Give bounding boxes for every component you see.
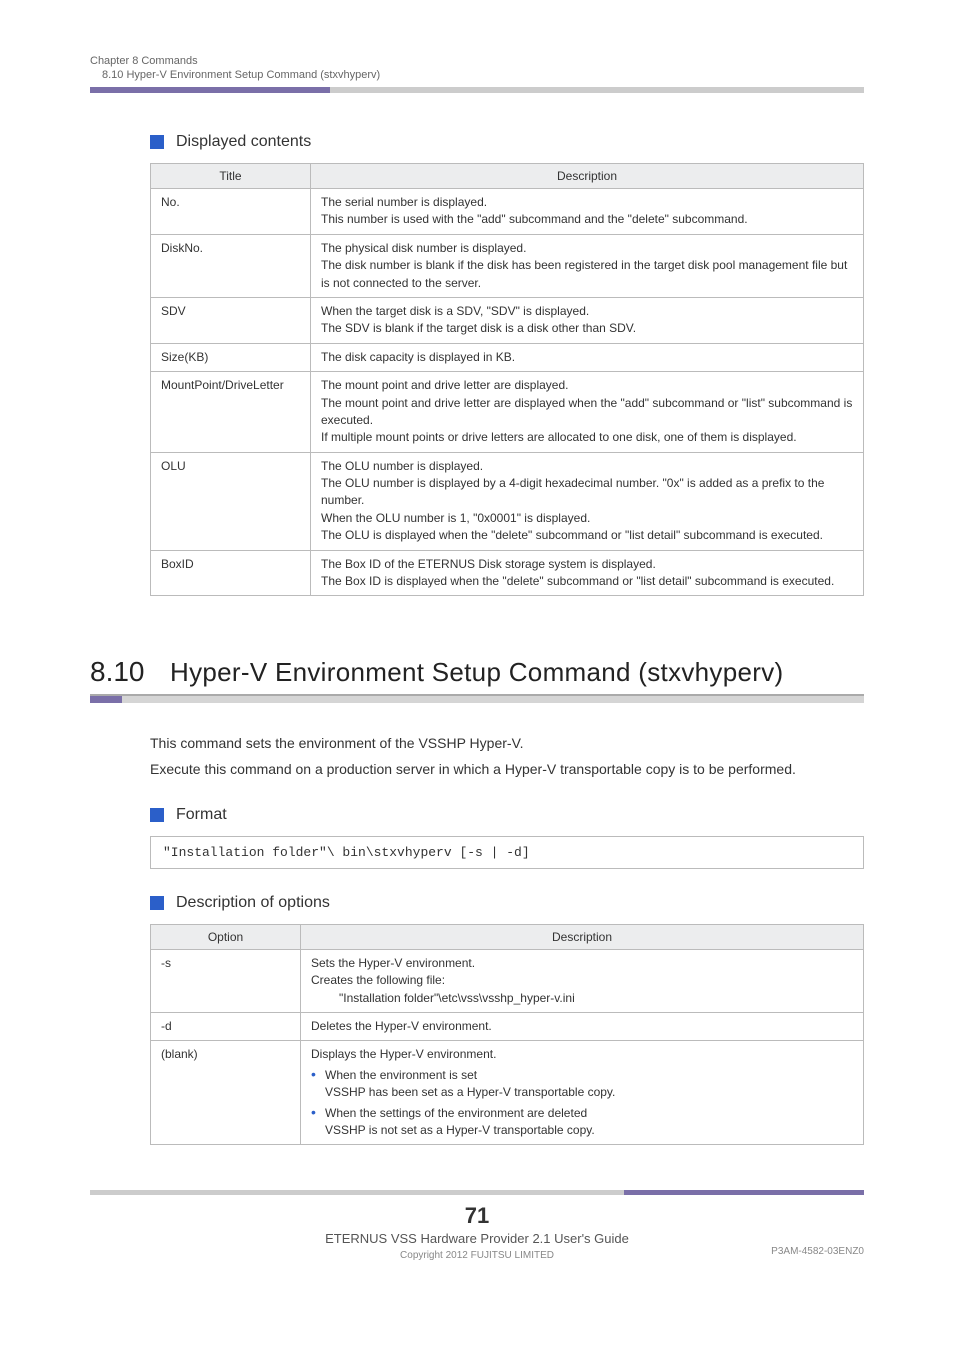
square-bullet-icon — [150, 808, 164, 822]
table-row: DiskNo. The physical disk number is disp… — [151, 234, 864, 297]
cell-title: Size(KB) — [151, 343, 311, 371]
col-description: Description — [311, 164, 864, 189]
cell-title: OLU — [151, 452, 311, 550]
table-row: -d Deletes the Hyper-V environment. — [151, 1012, 864, 1040]
format-heading: Format — [150, 806, 864, 824]
header-rule — [90, 87, 864, 93]
table-row: MountPoint/DriveLetter The mount point a… — [151, 372, 864, 453]
cell-desc: The mount point and drive letter are dis… — [311, 372, 864, 453]
cell-desc: Displays the Hyper-V environment. When t… — [301, 1041, 864, 1145]
options-table: Option Description -s Sets the Hyper-V e… — [150, 924, 864, 1146]
opt-blank-line1: Displays the Hyper-V environment. — [311, 1047, 496, 1061]
doc-code: P3AM-4582-03ENZ0 — [771, 1246, 864, 1257]
list-item: When the environment is set VSSHP has be… — [311, 1067, 853, 1102]
page-footer: 71 ETERNUS VSS Hardware Provider 2.1 Use… — [0, 1190, 954, 1261]
section-label: 8.10 Hyper-V Environment Setup Command (… — [90, 69, 864, 81]
cell-option: -d — [151, 1012, 301, 1040]
heading-text: Format — [176, 806, 227, 824]
page-number: 71 — [0, 1203, 954, 1229]
cell-desc: The OLU number is displayed. The OLU num… — [311, 452, 864, 550]
heading-text: Displayed contents — [176, 133, 311, 151]
cell-option: -s — [151, 949, 301, 1012]
section-title: Hyper-V Environment Setup Command (stxvh… — [170, 657, 783, 688]
cell-title: SDV — [151, 297, 311, 343]
opt-s-line3: "Installation folder"\etc\vss\vsshp_hype… — [311, 990, 853, 1007]
table-row: OLU The OLU number is displayed. The OLU… — [151, 452, 864, 550]
square-bullet-icon — [150, 135, 164, 149]
table-row: BoxID The Box ID of the ETERNUS Disk sto… — [151, 550, 864, 596]
bullet-sub: VSSHP has been set as a Hyper-V transpor… — [325, 1084, 853, 1101]
list-item: When the settings of the environment are… — [311, 1105, 853, 1140]
bullet-text: When the environment is set — [325, 1068, 477, 1082]
displayed-contents-table: Title Description No. The serial number … — [150, 163, 864, 596]
section-rule — [90, 696, 864, 703]
cell-title: No. — [151, 189, 311, 235]
intro-paragraph: This command sets the environment of the… — [150, 733, 864, 780]
bullet-text: When the settings of the environment are… — [325, 1106, 587, 1120]
displayed-contents-heading: Displayed contents — [150, 133, 864, 151]
cell-desc: When the target disk is a SDV, "SDV" is … — [311, 297, 864, 343]
opt-s-line1: Sets the Hyper-V environment. — [311, 956, 475, 970]
heading-text: Description of options — [176, 894, 330, 912]
intro-line-2: Execute this command on a production ser… — [150, 759, 864, 781]
section-heading: 8.10 Hyper-V Environment Setup Command (… — [90, 656, 864, 688]
col-title: Title — [151, 164, 311, 189]
opt-s-line2: Creates the following file: — [311, 973, 445, 987]
intro-line-1: This command sets the environment of the… — [150, 733, 864, 755]
bullet-sub: VSSHP is not set as a Hyper-V transporta… — [325, 1122, 853, 1139]
cell-desc: Sets the Hyper-V environment. Creates th… — [301, 949, 864, 1012]
cell-title: MountPoint/DriveLetter — [151, 372, 311, 453]
col-description: Description — [301, 924, 864, 949]
copyright: Copyright 2012 FUJITSU LIMITED — [400, 1250, 554, 1261]
cell-desc: The disk capacity is displayed in KB. — [311, 343, 864, 371]
table-row: (blank) Displays the Hyper-V environment… — [151, 1041, 864, 1145]
page-header: Chapter 8 Commands 8.10 Hyper-V Environm… — [0, 0, 954, 81]
table-row: SDV When the target disk is a SDV, "SDV"… — [151, 297, 864, 343]
chapter-label: Chapter 8 Commands — [90, 55, 864, 67]
col-option: Option — [151, 924, 301, 949]
cell-desc: Deletes the Hyper-V environment. — [301, 1012, 864, 1040]
cell-title: DiskNo. — [151, 234, 311, 297]
square-bullet-icon — [150, 896, 164, 910]
section-number: 8.10 — [90, 656, 170, 688]
cell-desc: The Box ID of the ETERNUS Disk storage s… — [311, 550, 864, 596]
format-code: "Installation folder"\ bin\stxvhyperv [-… — [150, 836, 864, 869]
cell-desc: The serial number is displayed. This num… — [311, 189, 864, 235]
options-heading: Description of options — [150, 894, 864, 912]
table-row: No. The serial number is displayed. This… — [151, 189, 864, 235]
cell-option: (blank) — [151, 1041, 301, 1145]
cell-desc: The physical disk number is displayed. T… — [311, 234, 864, 297]
table-row: -s Sets the Hyper-V environment. Creates… — [151, 949, 864, 1012]
cell-title: BoxID — [151, 550, 311, 596]
table-row: Size(KB) The disk capacity is displayed … — [151, 343, 864, 371]
doc-title: ETERNUS VSS Hardware Provider 2.1 User's… — [0, 1231, 954, 1246]
footer-rule — [90, 1190, 864, 1195]
